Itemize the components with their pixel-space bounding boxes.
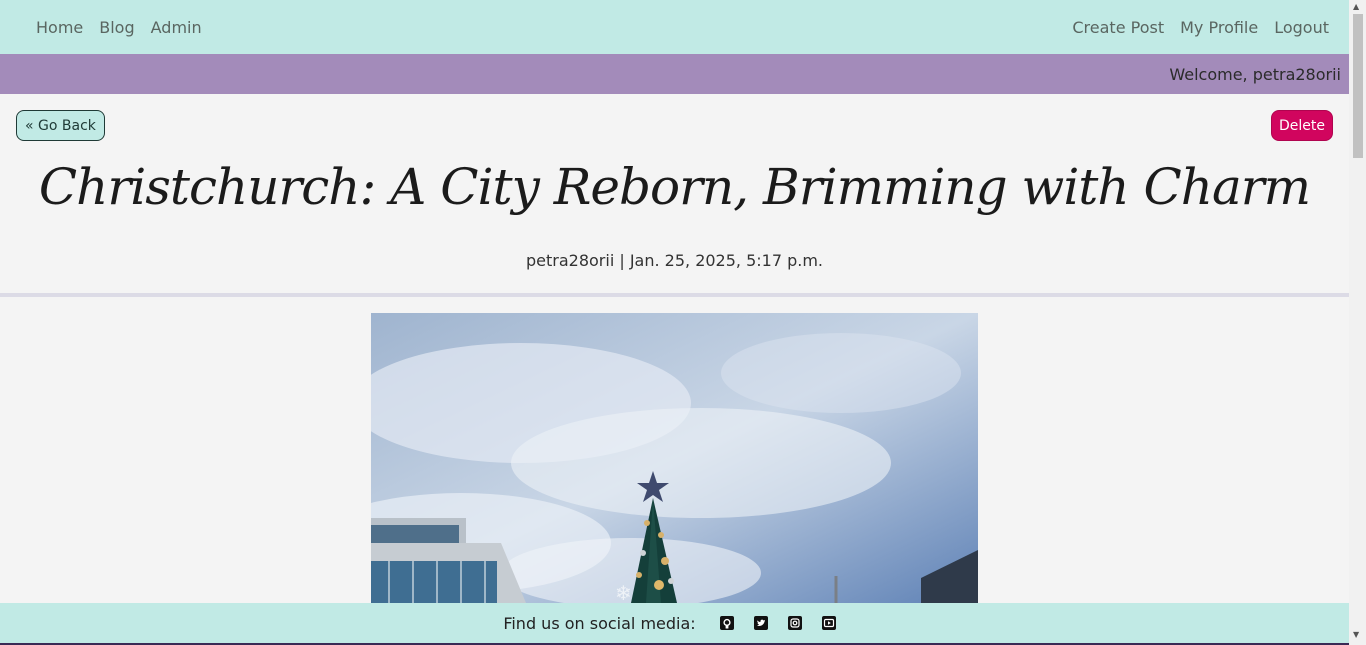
top-navbar: Home Blog Admin Create Post My Profile L… [0, 0, 1349, 54]
github-icon[interactable] [719, 616, 734, 630]
post-meta: petra28orii | Jan. 25, 2025, 5:17 p.m. [525, 251, 824, 270]
divider [0, 293, 1349, 297]
christmas-tree-photo: ❄ [371, 313, 978, 603]
footer-label: Find us on social media: [503, 613, 696, 633]
go-back-button[interactable]: « Go Back [16, 110, 105, 141]
nav-admin-link[interactable]: Admin [143, 18, 210, 37]
nav-right-group: Create Post My Profile Logout [1064, 18, 1349, 37]
twitter-icon[interactable] [753, 616, 768, 630]
scroll-up-icon[interactable]: ▲ [1353, 2, 1359, 12]
post-image: ❄ [371, 313, 978, 603]
instagram-icon[interactable] [787, 616, 802, 630]
nav-create-post-link[interactable]: Create Post [1064, 18, 1172, 37]
nav-home-link[interactable]: Home [28, 18, 91, 37]
scroll-down-icon[interactable]: ▼ [1353, 630, 1359, 640]
welcome-bar: Welcome, petra28orii [0, 54, 1349, 94]
youtube-icon[interactable] [821, 616, 836, 630]
delete-button[interactable]: Delete [1271, 110, 1333, 141]
post-title: Christchurch: A City Reborn, Brimming wi… [38, 158, 1311, 216]
page-scrollbar[interactable]: ▲ ▼ [1349, 0, 1366, 645]
nav-my-profile-link[interactable]: My Profile [1172, 18, 1266, 37]
svg-text:❄: ❄ [615, 581, 632, 603]
nav-blog-link[interactable]: Blog [91, 18, 142, 37]
welcome-message: Welcome, petra28orii [1169, 64, 1341, 84]
footer: Find us on social media: [0, 603, 1349, 643]
scroll-thumb[interactable] [1353, 14, 1363, 158]
nav-logout-link[interactable]: Logout [1266, 18, 1337, 37]
nav-left-group: Home Blog Admin [0, 18, 210, 37]
